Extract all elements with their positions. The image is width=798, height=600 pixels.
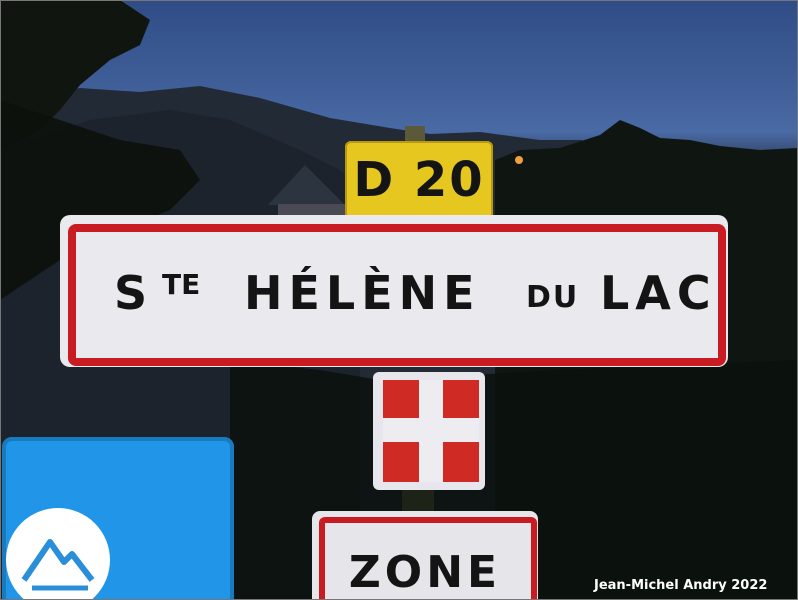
zone-sign: ZONE bbox=[312, 511, 538, 600]
town-sign-text: S TE HÉLÈNE DU LAC bbox=[76, 232, 718, 358]
zone-sign-label: ZONE bbox=[348, 547, 502, 598]
town-st-s: S bbox=[114, 266, 148, 320]
town-sign-border: S TE HÉLÈNE DU LAC bbox=[68, 224, 726, 366]
town-lac: LAC bbox=[600, 266, 717, 320]
town-du: DU bbox=[526, 280, 580, 315]
regional-logo-disc bbox=[6, 508, 110, 600]
town-st-te: TE bbox=[162, 268, 201, 301]
mountain-logo-icon bbox=[21, 539, 95, 591]
town-name-main: HÉLÈNE bbox=[244, 266, 481, 320]
photo-credit: Jean-Michel Andry 2022 bbox=[594, 578, 768, 593]
town-entrance-sign: S TE HÉLÈNE DU LAC bbox=[60, 215, 728, 367]
photograph: D 20 S TE HÉLÈNE DU LAC ZONE Jean-Michel… bbox=[0, 0, 798, 600]
road-number-sign: D 20 bbox=[345, 141, 493, 219]
road-number-label: D 20 bbox=[353, 152, 485, 208]
distant-light bbox=[515, 156, 523, 164]
flag-cross-horizontal bbox=[383, 418, 479, 442]
